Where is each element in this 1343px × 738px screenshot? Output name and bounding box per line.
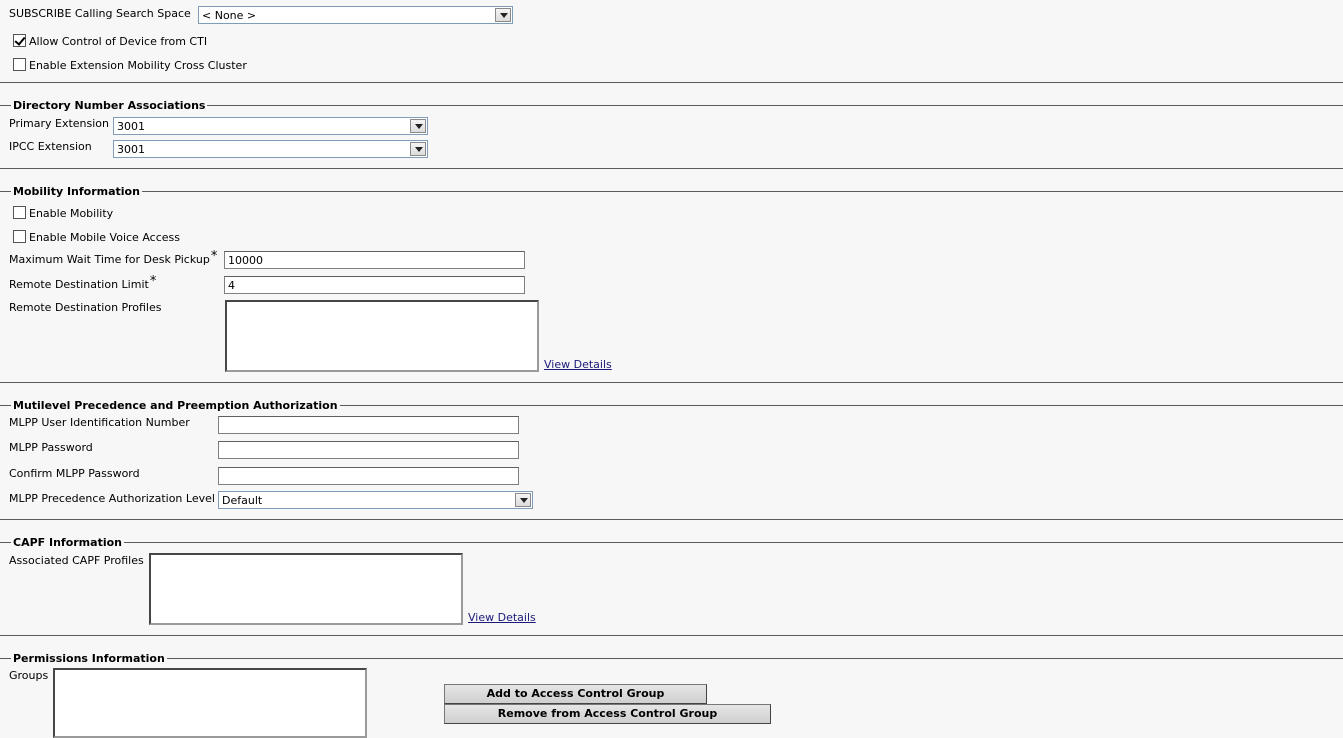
remote-limit-label-text: Remote Destination Limit	[9, 278, 149, 291]
ipcc-extension-value: 3001	[117, 143, 145, 156]
mlpp-uid-label: MLPP User Identification Number	[9, 416, 190, 429]
ipcc-extension-label: IPCC Extension	[9, 140, 92, 153]
fieldset-border	[0, 658, 1343, 659]
groups-listbox[interactable]	[53, 668, 367, 738]
primary-extension-label: Primary Extension	[9, 117, 110, 130]
allow-cti-checkbox[interactable]	[13, 34, 26, 47]
mlpp-confirm-label: Confirm MLPP Password	[9, 467, 140, 480]
mobility-legend: Mobility Information	[11, 185, 142, 198]
chevron-down-icon[interactable]	[410, 119, 426, 133]
fieldset-border	[0, 542, 1343, 543]
subscribe-css-label: SUBSCRIBE Calling Search Space	[9, 7, 191, 20]
directory-legend: Directory Number Associations	[11, 99, 208, 112]
mobile-voice-checkbox[interactable]	[13, 230, 26, 243]
subscribe-css-value: < None >	[202, 9, 257, 22]
mlpp-password-label: MLPP Password	[9, 441, 93, 454]
ext-mobility-label: Enable Extension Mobility Cross Cluster	[29, 59, 247, 72]
remote-profiles-label: Remote Destination Profiles	[9, 301, 162, 314]
mobile-voice-label: Enable Mobile Voice Access	[29, 231, 180, 244]
divider	[0, 519, 1343, 520]
max-wait-label-text: Maximum Wait Time for Desk Pickup	[9, 253, 210, 266]
chevron-down-icon[interactable]	[495, 8, 511, 22]
divider	[0, 168, 1343, 169]
groups-label: Groups	[9, 669, 49, 682]
remote-limit-value: 4	[228, 279, 235, 292]
ipcc-extension-select[interactable]: 3001	[113, 140, 428, 158]
mlpp-password-input[interactable]	[218, 441, 519, 459]
mlpp-confirm-input[interactable]	[218, 467, 519, 485]
chevron-down-icon[interactable]	[515, 493, 531, 507]
remote-limit-input[interactable]: 4	[224, 276, 525, 294]
allow-cti-label: Allow Control of Device from CTI	[29, 35, 208, 48]
capf-legend: CAPF Information	[11, 536, 124, 549]
max-wait-input[interactable]: 10000	[224, 251, 525, 269]
primary-extension-select[interactable]: 3001	[113, 117, 428, 135]
enable-mobility-checkbox[interactable]	[13, 206, 26, 219]
fieldset-border	[0, 191, 1343, 192]
subscribe-css-select[interactable]: < None >	[198, 6, 513, 24]
mlpp-level-select[interactable]: Default	[218, 491, 533, 509]
divider	[0, 82, 1343, 83]
mlpp-level-label: MLPP Precedence Authorization Level	[9, 492, 215, 505]
mlpp-legend: Mutilevel Precedence and Preemption Auth…	[11, 399, 340, 412]
capf-profiles-listbox[interactable]	[149, 553, 463, 625]
capf-view-details-link[interactable]: View Details	[468, 611, 536, 624]
required-mark: *	[210, 249, 218, 264]
required-mark: *	[149, 274, 157, 289]
mlpp-uid-input[interactable]	[218, 416, 519, 434]
remove-from-access-control-group-button[interactable]: Remove from Access Control Group	[444, 704, 771, 724]
remote-profiles-view-details-link[interactable]: View Details	[544, 358, 612, 371]
remote-limit-label: Remote Destination Limit*	[9, 275, 156, 291]
remote-profiles-listbox[interactable]	[225, 300, 539, 372]
max-wait-label: Maximum Wait Time for Desk Pickup*	[9, 250, 217, 266]
ext-mobility-checkbox[interactable]	[13, 58, 26, 71]
mlpp-level-value: Default	[222, 494, 263, 507]
chevron-down-icon[interactable]	[410, 142, 426, 156]
primary-extension-value: 3001	[117, 120, 145, 133]
add-to-access-control-group-button[interactable]: Add to Access Control Group	[444, 684, 707, 704]
max-wait-value: 10000	[228, 254, 263, 267]
divider	[0, 635, 1343, 636]
permissions-legend: Permissions Information	[11, 652, 167, 665]
capf-profiles-label: Associated CAPF Profiles	[9, 554, 144, 567]
enable-mobility-label: Enable Mobility	[29, 207, 114, 220]
divider	[0, 382, 1343, 383]
